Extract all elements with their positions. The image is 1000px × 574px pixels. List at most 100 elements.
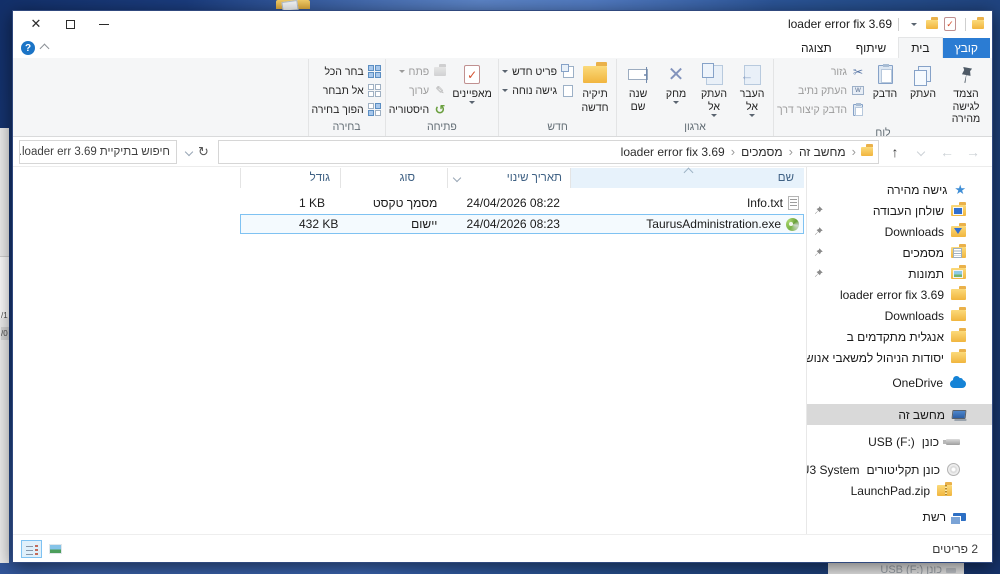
app-explorer-icon [972, 20, 984, 29]
column-header-date-modified[interactable]: תאריך שינוי [447, 168, 570, 188]
qat-new-folder-button[interactable] [923, 15, 941, 33]
file-row-info-txt[interactable]: Info.txt 24/04/2026 08:22 מסמך טקסט 1 KB [240, 193, 804, 213]
folder-icon [951, 310, 966, 321]
sidebar-item-documents[interactable]: מסמכים [807, 242, 992, 263]
delete-button[interactable]: ✕ מחק [658, 59, 694, 104]
paste-shortcut-button[interactable]: הדבק קיצור דרך [777, 102, 865, 117]
search-input[interactable]: חיפוש בתיקיית ...loader err 3.69 [19, 140, 177, 164]
qat-properties-button[interactable] [941, 15, 959, 33]
invert-selection-button[interactable]: הפוך בחירה [312, 102, 382, 117]
tab-file[interactable]: קובץ [943, 38, 990, 58]
column-header-size[interactable]: גודל [240, 168, 340, 188]
sidebar-item-onedrive[interactable]: OneDrive [807, 372, 992, 393]
navigation-buttons: → ← ↑ [882, 141, 986, 163]
maximize-button[interactable] [53, 14, 87, 34]
sidebar-item-label: אנגלית מתקדמים ב [847, 330, 944, 344]
sidebar-item-this-pc[interactable]: מחשב זה [807, 404, 992, 425]
new-folder-button[interactable]: תיקיהחדשה [577, 59, 613, 114]
close-button[interactable]: ✕ [19, 14, 53, 34]
sidebar-item-label: רשת [923, 510, 946, 524]
filter-chevron-icon[interactable] [453, 174, 461, 182]
chevron-down-icon [673, 101, 679, 104]
file-explorer-window: loader error fix 3.69 ✕ קובץ בית שיתוף ת… [12, 10, 993, 563]
sidebar-item-label: OneDrive [892, 376, 943, 390]
properties-icon [944, 17, 956, 31]
copy-path-button[interactable]: W העתק נתיב [777, 83, 865, 98]
refresh-icon[interactable]: ↻ [198, 145, 209, 158]
copy-to-icon [706, 65, 723, 85]
sidebar-item-label: loader error fix 3.69 [840, 288, 944, 302]
history-button[interactable]: ↺ היסטוריה [389, 102, 447, 117]
chevron-down-icon [399, 70, 405, 73]
help-icon[interactable] [21, 41, 35, 55]
column-header-type[interactable]: סוג [340, 168, 447, 188]
open-icon [434, 67, 446, 76]
move-to-button[interactable]: ← העבר אל [734, 59, 770, 117]
rename-button[interactable]: שנה שם [620, 59, 656, 113]
background-window-fragment-bottom: כונן USB (F:) [828, 563, 964, 574]
file-row-taurus-exe[interactable]: TaurusAdministration.exe 24/04/2026 08:2… [240, 214, 804, 234]
minimize-button[interactable] [87, 14, 121, 34]
sidebar-item-loader-error-fix[interactable]: loader error fix 3.69 [807, 284, 992, 305]
edit-button[interactable]: ✎ ערוך [389, 83, 447, 98]
text-file-icon [788, 196, 799, 210]
new-item-button[interactable]: פריט חדש [502, 64, 575, 79]
breadcrumb-documents[interactable]: מסמכים [740, 145, 784, 159]
qat-customize-button[interactable] [905, 15, 923, 33]
sidebar-item-cd-drive[interactable]: כונן תקליטורים (E:) U3 System [807, 459, 992, 480]
sidebar-item-english-advanced[interactable]: אנגלית מתקדמים ב [807, 326, 992, 347]
sidebar-item-label: כונן תקליטורים [866, 463, 940, 477]
tab-share[interactable]: שיתוף [844, 38, 899, 58]
breadcrumb-current-folder[interactable]: loader error fix 3.69 [620, 145, 726, 159]
sidebar-item-downloads[interactable]: Downloads [807, 305, 992, 326]
sidebar-item-hr-management[interactable]: יסודות הניהול למשאבי אנוש [807, 347, 992, 368]
copy-path-icon: W [852, 86, 864, 95]
background-text: /0 [1, 327, 9, 340]
folder-icon [861, 147, 873, 156]
recent-locations-button[interactable] [910, 141, 932, 163]
select-none-icon [368, 84, 381, 97]
sidebar-item-quick-access[interactable]: ★ גישה מהירה [807, 179, 992, 200]
copy-to-button[interactable]: העתק אל [696, 59, 732, 117]
details-view-button[interactable] [21, 540, 42, 558]
collapse-ribbon-icon[interactable] [40, 44, 50, 54]
sidebar-item-label: גישה מהירה [887, 183, 948, 197]
titlebar[interactable]: loader error fix 3.69 ✕ [13, 11, 992, 37]
open-button[interactable]: פתח [389, 64, 447, 79]
sidebar-item-launchpad-zip[interactable]: LaunchPad.zip [807, 480, 992, 501]
refresh-controls: ↻ [180, 145, 215, 158]
back-button[interactable]: → [962, 141, 984, 163]
sidebar-item-usb-drive[interactable]: כונן USB (F:) [807, 431, 992, 452]
breadcrumb-chevron-icon: ‹ [726, 144, 740, 159]
minimize-icon [99, 24, 109, 25]
forward-button[interactable]: ← [936, 141, 958, 163]
cut-button[interactable]: ✂ גזור [777, 64, 865, 79]
copy-button[interactable]: העתק [905, 59, 941, 101]
thumbnail-view-button[interactable] [45, 540, 66, 558]
select-all-button[interactable]: בחר הכל [312, 64, 382, 79]
chevron-down-icon [469, 101, 475, 104]
sidebar-item-label: מחשב זה [898, 408, 945, 422]
up-button[interactable]: ↑ [884, 141, 906, 163]
address-dropdown-icon[interactable] [185, 147, 193, 155]
tab-view[interactable]: תצוגה [789, 38, 844, 58]
group-label-new: חדש [502, 120, 613, 136]
navigation-pane: ★ גישה מהירה שולחן העבודה Downloads מסמכ… [806, 167, 992, 534]
breadcrumb-chevron-icon: ‹ [847, 144, 861, 159]
breadcrumb-this-pc[interactable]: מחשב זה [798, 145, 847, 159]
address-breadcrumb[interactable]: ‹ מחשב זה ‹ מסמכים ‹ loader error fix 3.… [218, 140, 879, 164]
sidebar-item-desktop[interactable]: שולחן העבודה [807, 200, 992, 221]
column-header-name[interactable]: שם [570, 168, 804, 188]
sidebar-item-label: LaunchPad.zip [851, 484, 930, 498]
easy-access-button[interactable]: גישה נוחה [502, 83, 575, 98]
pin-to-quick-access-button[interactable]: הצמד לגישה מהירה [943, 59, 989, 126]
properties-button[interactable]: מאפיינים [449, 59, 495, 104]
chevron-down-icon [502, 89, 508, 92]
sidebar-item-downloads-pinned[interactable]: Downloads [807, 221, 992, 242]
tab-home[interactable]: בית [898, 37, 942, 58]
folder-icon [951, 352, 966, 363]
select-none-button[interactable]: אל תבחר [312, 83, 382, 98]
sidebar-item-network[interactable]: רשת [807, 506, 992, 527]
paste-button[interactable]: הדבק [867, 59, 903, 101]
sidebar-item-pictures[interactable]: תמונות [807, 263, 992, 284]
